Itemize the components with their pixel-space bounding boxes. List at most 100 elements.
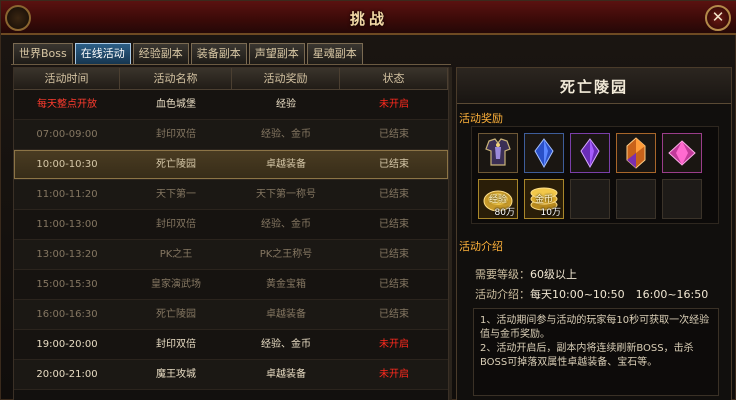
detail-header: 死亡陵园 xyxy=(457,68,731,104)
row-status: 已结束 xyxy=(379,249,409,260)
row-time: 13:00-13:20 xyxy=(36,249,98,260)
activity-detail-panel: 死亡陵园 活动奖励 经验 80万 金币 10万 活动介绍 需要等级：60级以上 … xyxy=(456,67,732,400)
empty-reward-slot xyxy=(616,179,656,219)
tab-equipment-dungeon[interactable]: 装备副本 xyxy=(190,43,247,65)
tab-star-soul-dungeon[interactable]: 星魂副本 xyxy=(306,43,363,65)
reward-quantity: 80万 xyxy=(494,208,515,218)
table-row[interactable]: 19:00-20:00 封印双倍 经验、金币 未开启 xyxy=(14,330,448,360)
row-reward: 卓越装备 xyxy=(266,159,306,170)
tab-world-boss[interactable]: 世界Boss xyxy=(13,43,73,65)
row-time: 每天整点开放 xyxy=(37,99,97,110)
row-status: 已结束 xyxy=(379,279,409,290)
time-value: 每天10:00~10:50 16:00~16:50 xyxy=(530,288,709,301)
reward-quantity: 10万 xyxy=(540,208,561,218)
row-status: 未开启 xyxy=(379,339,409,350)
close-button[interactable]: ✕ xyxy=(705,5,731,31)
table-row[interactable]: 20:00-21:00 魔王攻城 卓越装备 未开启 xyxy=(14,360,448,390)
reward-slot[interactable]: 经验 80万 xyxy=(478,179,518,219)
reward-slot[interactable]: 金币 10万 xyxy=(524,179,564,219)
table-header: 活动时间 活动名称 活动奖励 状态 xyxy=(14,68,448,90)
row-reward: 经验、金币 xyxy=(261,339,311,350)
row-name: PK之王 xyxy=(159,249,193,260)
table-row[interactable]: 11:00-11:20 天下第一 天下第一称号 已结束 xyxy=(14,180,448,210)
row-reward: 经验 xyxy=(276,99,296,110)
row-time: 11:00-13:00 xyxy=(36,219,98,230)
empty-reward-slot xyxy=(570,179,610,219)
reward-slot[interactable] xyxy=(478,133,518,173)
header-name: 活动名称 xyxy=(120,68,232,89)
row-status: 未开启 xyxy=(379,369,409,380)
level-label: 需要等级： xyxy=(475,268,530,281)
tab-online-activity[interactable]: 在线活动 xyxy=(74,43,131,65)
reward-grid: 经验 80万 金币 10万 xyxy=(471,126,719,224)
row-status: 已结束 xyxy=(379,309,409,320)
empty-reward-slot xyxy=(662,179,702,219)
armor-chest-icon xyxy=(485,138,511,166)
row-status: 已结束 xyxy=(379,189,409,200)
row-name: 魔王攻城 xyxy=(156,369,196,380)
row-name: 天下第一 xyxy=(156,189,196,200)
reward-slot[interactable] xyxy=(662,133,702,173)
intro-section-label: 活动介绍 xyxy=(459,240,503,253)
reward-label: 经验 xyxy=(488,195,507,205)
level-value: 60级以上 xyxy=(530,268,577,281)
reward-label: 金币 xyxy=(534,195,553,205)
row-name: 封印双倍 xyxy=(156,339,196,350)
description-line: 2、活动开启后，副本内将连续刷新BOSS，击杀BOSS可掉落双属性卓越装备、宝石… xyxy=(480,343,694,368)
row-reward: 经验、金币 xyxy=(261,129,311,140)
row-reward: 黄金宝箱 xyxy=(266,279,306,290)
row-time: 07:00-09:00 xyxy=(36,129,98,140)
reward-slot[interactable] xyxy=(570,133,610,173)
title-bar: 挑战 ✕ xyxy=(1,1,736,35)
required-level: 需要等级：60级以上 xyxy=(475,266,577,282)
tab-divider xyxy=(11,64,451,65)
row-status: 已结束 xyxy=(379,159,409,170)
time-label: 活动介绍： xyxy=(475,288,530,301)
table-row[interactable]: 16:00-16:30 死亡陵园 卓越装备 已结束 xyxy=(14,300,448,330)
row-status: 已结束 xyxy=(379,219,409,230)
challenge-window: 挑战 ✕ 世界Boss 在线活动 经验副本 装备副本 声望副本 星魂副本 活动时… xyxy=(0,0,736,400)
row-time: 10:00-10:30 xyxy=(36,159,98,170)
row-name: 血色城堡 xyxy=(156,99,196,110)
row-time: 15:00-15:30 xyxy=(36,279,98,290)
row-reward: 天下第一称号 xyxy=(256,189,316,200)
row-time: 20:00-21:00 xyxy=(36,369,98,380)
window-title: 挑战 xyxy=(349,10,388,28)
table-row-selected[interactable]: 10:00-10:30 死亡陵园 卓越装备 已结束 xyxy=(14,150,448,180)
activity-table: 活动时间 活动名称 活动奖励 状态 每天整点开放 血色城堡 经验 未开启 07:… xyxy=(13,67,449,400)
tab-bar: 世界Boss 在线活动 经验副本 装备副本 声望副本 星魂副本 xyxy=(13,43,363,65)
table-scrollbar[interactable] xyxy=(449,67,452,400)
table-row[interactable]: 11:00-13:00 封印双倍 经验、金币 已结束 xyxy=(14,210,448,240)
row-name: 封印双倍 xyxy=(156,129,196,140)
description-box: 1、活动期间参与活动的玩家每10秒可获取一次经验值与金币奖励。 2、活动开启后，… xyxy=(473,308,719,396)
rewards-section-label: 活动奖励 xyxy=(459,112,503,125)
row-reward: PK之王称号 xyxy=(259,249,313,260)
pink-gem-icon xyxy=(668,140,696,166)
row-name: 封印双倍 xyxy=(156,219,196,230)
table-row[interactable]: 每天整点开放 血色城堡 经验 未开启 xyxy=(14,90,448,120)
tab-reputation-dungeon[interactable]: 声望副本 xyxy=(248,43,305,65)
table-row[interactable]: 07:00-09:00 封印双倍 经验、金币 已结束 xyxy=(14,120,448,150)
description-line: 1、活动期间参与活动的玩家每10秒可获取一次经验值与金币奖励。 xyxy=(480,315,710,340)
activity-time: 活动介绍：每天10:00~10:50 16:00~16:50 xyxy=(475,286,708,302)
row-time: 16:00-16:30 xyxy=(36,309,98,320)
tab-exp-dungeon[interactable]: 经验副本 xyxy=(132,43,189,65)
reward-slot[interactable] xyxy=(616,133,656,173)
row-reward: 经验、金币 xyxy=(261,219,311,230)
row-reward: 卓越装备 xyxy=(266,369,306,380)
table-row[interactable]: 13:00-13:20 PK之王 PK之王称号 已结束 xyxy=(14,240,448,270)
blue-crystal-icon xyxy=(534,138,554,168)
row-status: 已结束 xyxy=(379,129,409,140)
row-name: 皇家演武场 xyxy=(151,279,201,290)
table-row[interactable]: 15:00-15:30 皇家演武场 黄金宝箱 已结束 xyxy=(14,270,448,300)
header-reward: 活动奖励 xyxy=(232,68,340,89)
row-reward: 卓越装备 xyxy=(266,309,306,320)
reward-slot[interactable] xyxy=(524,133,564,173)
table-body: 每天整点开放 血色城堡 经验 未开启 07:00-09:00 封印双倍 经验、金… xyxy=(14,90,448,390)
row-status: 未开启 xyxy=(379,99,409,110)
purple-crystal-icon xyxy=(580,138,600,168)
orange-crystal-icon xyxy=(626,137,646,169)
row-name: 死亡陵园 xyxy=(156,309,196,320)
header-status: 状态 xyxy=(340,68,448,89)
row-time: 19:00-20:00 xyxy=(36,339,98,350)
